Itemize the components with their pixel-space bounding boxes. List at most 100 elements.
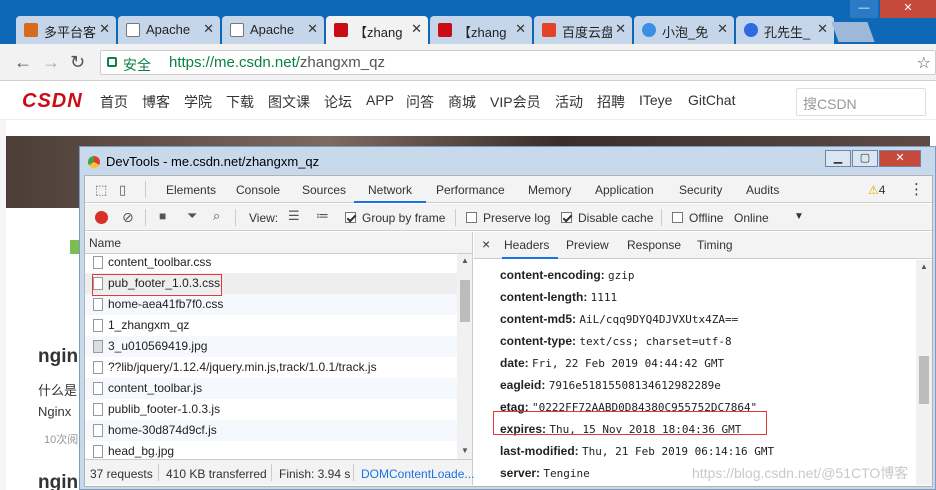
nav-item[interactable]: VIP会员 (490, 92, 541, 112)
tab-headers[interactable]: Headers (504, 238, 549, 252)
request-row[interactable]: ??lib/jquery/1.12.4/jquery.min.js,track/… (85, 357, 457, 378)
clear-icon[interactable]: ⊘ (122, 209, 134, 226)
tab-elements[interactable]: Elements (166, 183, 216, 197)
tab-application[interactable]: Application (595, 183, 654, 197)
tab-response[interactable]: Response (627, 238, 681, 252)
browser-tab[interactable]: Apache ✕ (222, 16, 324, 44)
request-row[interactable]: home-30d874d9cf.js (85, 420, 457, 441)
scroll-up-icon[interactable]: ▲ (920, 262, 928, 271)
nav-item[interactable]: 商城 (448, 92, 476, 112)
browser-tab[interactable]: 【zhang ✕ (430, 16, 532, 44)
browser-tab[interactable]: 多平台客 ✕ (16, 16, 116, 44)
requests-header[interactable]: Name (85, 232, 473, 254)
divider (455, 209, 456, 226)
bookmark-star-icon[interactable]: ☆ (917, 53, 931, 73)
browser-tab[interactable]: 百度云盘 ✕ (534, 16, 632, 44)
scrollbar-thumb[interactable] (919, 356, 929, 404)
browser-tab[interactable]: Apache ✕ (118, 16, 220, 44)
inspect-element-icon[interactable]: ⬚ (95, 182, 107, 198)
group-by-frame-checkbox[interactable] (345, 212, 356, 223)
tab-timing[interactable]: Timing (697, 238, 733, 252)
request-row[interactable]: content_toolbar.js (85, 378, 457, 399)
nav-item[interactable]: 学院 (184, 92, 212, 112)
warnings-counter[interactable]: ⚠4 (868, 183, 885, 197)
reload-icon[interactable]: ↻ (70, 52, 85, 73)
tab-close-icon[interactable]: ✕ (203, 21, 214, 37)
article-title[interactable]: ngin (38, 472, 78, 490)
disable-cache-checkbox[interactable] (561, 212, 572, 223)
tab-preview[interactable]: Preview (566, 238, 609, 252)
request-row[interactable]: publib_footer-1.0.3.js (85, 399, 457, 420)
back-icon[interactable]: ← (14, 52, 32, 73)
lock-icon (107, 57, 117, 67)
tab-close-icon[interactable]: ✕ (307, 21, 318, 37)
record-icon[interactable] (95, 211, 108, 224)
search-icon[interactable]: ⌕ (213, 208, 220, 224)
browser-tab-active[interactable]: 【zhang ✕ (326, 16, 428, 44)
request-row[interactable]: content_toolbar.css (85, 254, 457, 273)
nav-item[interactable]: 博客 (142, 92, 170, 112)
tab-close-icon[interactable]: ✕ (717, 21, 728, 37)
article-title[interactable]: ngin (38, 346, 78, 368)
close-window-button[interactable]: ✕ (880, 0, 936, 18)
address-bar[interactable]: 安全 https://me.csdn.net/zhangxm_qz ☆ (100, 50, 936, 75)
tab-network[interactable]: Network (368, 183, 412, 197)
tab-close-icon[interactable]: ✕ (515, 21, 526, 37)
view-label: View: (249, 211, 279, 225)
scrollbar-thumb[interactable] (460, 280, 470, 322)
large-rows-icon[interactable]: ☰ (288, 208, 300, 224)
capture-screenshots-icon[interactable]: ■ (159, 209, 166, 223)
scroll-up-icon[interactable]: ▲ (461, 256, 469, 265)
device-toolbar-icon[interactable]: ▯ (119, 182, 126, 198)
tab-performance[interactable]: Performance (436, 183, 505, 197)
nav-item[interactable]: 问答 (406, 92, 434, 112)
nav-item[interactable]: 活动 (555, 92, 583, 112)
nav-item[interactable]: 招聘 (597, 92, 625, 112)
nav-item[interactable]: APP (366, 92, 394, 108)
active-tab-indicator (354, 201, 426, 203)
minimize-button[interactable]: — (850, 0, 878, 18)
tab-close-icon[interactable]: ✕ (615, 21, 626, 37)
devtools-close-button[interactable]: ✕ (879, 150, 921, 167)
nav-item[interactable]: ITeye (639, 92, 672, 108)
scroll-down-icon[interactable]: ▼ (461, 446, 469, 455)
tab-audits[interactable]: Audits (746, 183, 779, 197)
csdn-logo[interactable]: CSDN (22, 90, 83, 113)
url-text[interactable]: https://me.csdn.net/zhangxm_qz (169, 54, 385, 71)
tab-close-icon[interactable]: ✕ (411, 21, 422, 37)
nav-item[interactable]: 论坛 (324, 92, 352, 112)
browser-tab[interactable]: 小泡_免 ✕ (634, 16, 734, 44)
nav-item[interactable]: GitChat (688, 92, 735, 108)
request-row[interactable]: head_bg.jpg (85, 441, 457, 459)
forward-icon[interactable]: → (42, 52, 60, 73)
offline-checkbox[interactable] (672, 212, 683, 223)
request-row[interactable]: 1_zhangxm_qz (85, 315, 457, 336)
devtools-maximize-button[interactable]: ▢ (852, 150, 878, 167)
devtools-minimize-button[interactable]: ▁ (825, 150, 851, 167)
throttling-select[interactable]: Online (734, 211, 769, 225)
preserve-log-checkbox[interactable] (466, 212, 477, 223)
tab-security[interactable]: Security (679, 183, 722, 197)
requests-scrollbar[interactable]: ▲ ▼ (457, 254, 473, 459)
nav-item[interactable]: 下载 (226, 92, 254, 112)
close-detail-icon[interactable]: × (482, 236, 490, 252)
request-row[interactable]: 3_u010569419.jpg (85, 336, 457, 357)
more-options-icon[interactable]: ⋮ (909, 180, 924, 198)
nav-item[interactable]: 图文课 (268, 92, 310, 112)
tab-sources[interactable]: Sources (302, 183, 346, 197)
filter-icon[interactable]: ⏷ (187, 208, 197, 224)
csdn-search-input[interactable]: 搜CSDN (796, 88, 926, 116)
chevron-down-icon[interactable]: ▼ (794, 211, 804, 222)
tab-memory[interactable]: Memory (528, 183, 571, 197)
waterfall-icon[interactable]: ≔ (316, 208, 329, 224)
tab-console[interactable]: Console (236, 183, 280, 197)
browser-tab[interactable]: 孔先生_ ✕ (736, 16, 834, 44)
nav-item[interactable]: 首页 (100, 92, 128, 112)
new-tab-button[interactable] (831, 22, 875, 42)
headers-scrollbar[interactable]: ▲ (916, 260, 932, 485)
request-row[interactable]: home-aea41fb7f0.css (85, 294, 457, 315)
tab-close-icon[interactable]: ✕ (99, 21, 110, 37)
tab-close-icon[interactable]: ✕ (817, 21, 828, 37)
devtools-titlebar[interactable]: DevTools - me.csdn.net/zhangxm_qz ▁ ▢ ✕ (80, 147, 935, 175)
csdn-favicon-icon (334, 23, 348, 37)
